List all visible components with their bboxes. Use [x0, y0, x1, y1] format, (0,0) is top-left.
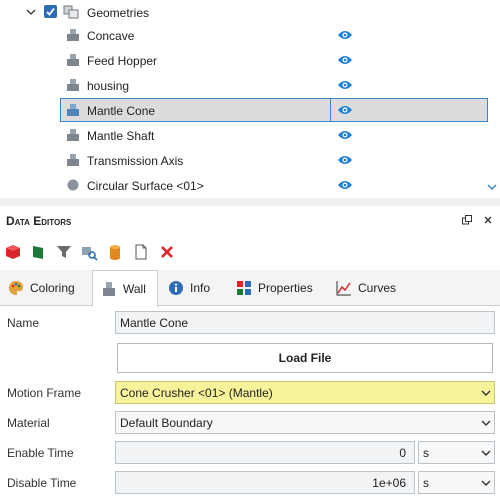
chevron-down-icon[interactable]	[26, 7, 36, 17]
enable-time-label: Enable Time	[7, 446, 74, 460]
motion-frame-select[interactable]: Cone Crusher <01> (Mantle)	[115, 381, 495, 404]
disable-time-label: Disable Time	[7, 476, 77, 490]
tree-item-label: Feed Hopper	[87, 53, 158, 68]
editor-toolbar	[0, 240, 500, 264]
curves-icon	[336, 281, 351, 296]
search-cube-icon[interactable]	[80, 243, 98, 261]
chevron-down-icon	[481, 450, 491, 456]
eye-icon[interactable]	[337, 29, 353, 41]
close-icon[interactable]	[482, 214, 494, 226]
tree-item-circular-surface[interactable]: Circular Surface <01>	[0, 173, 488, 198]
material-select[interactable]: Default Boundary	[115, 411, 495, 434]
tree-item-label: Mantle Shaft	[87, 128, 155, 143]
tree-root-geometries[interactable]: Geometries	[0, 0, 488, 25]
tree-item-mantle-shaft[interactable]: Mantle Shaft	[0, 123, 488, 148]
tab-label: Coloring	[30, 281, 75, 295]
load-file-button[interactable]: Load File	[117, 343, 493, 373]
chevron-down-icon	[481, 390, 491, 396]
geometry-icon	[67, 29, 79, 41]
delete-x-icon[interactable]	[158, 243, 176, 261]
name-field[interactable]: Mantle Cone	[115, 311, 495, 334]
tree-item-label: housing	[87, 78, 130, 93]
tab-label: Info	[190, 281, 211, 295]
funnel-icon[interactable]	[55, 243, 73, 261]
eye-icon[interactable]	[337, 179, 353, 191]
chevron-down-icon	[481, 420, 491, 426]
cylinder-icon[interactable]	[106, 243, 124, 261]
enable-time-unit-select[interactable]: s	[418, 441, 495, 464]
checkbox-icon[interactable]	[44, 5, 57, 18]
tree-item-label: Mantle Cone	[87, 103, 156, 118]
tab-properties[interactable]: Properties	[236, 270, 326, 306]
tree-item-feed-hopper[interactable]: Feed Hopper	[0, 48, 488, 73]
circular-surface-icon	[67, 179, 79, 191]
enable-time-field[interactable]: 0	[115, 441, 415, 464]
tab-coloring[interactable]: Coloring	[8, 270, 92, 306]
tree-item-mantle-cone[interactable]: Mantle Cone	[0, 98, 488, 123]
eye-icon[interactable]	[337, 104, 353, 116]
tree-item-concave[interactable]: Concave	[0, 23, 488, 48]
tree-item-label: Transmission Axis	[87, 153, 184, 168]
panel-title: Data Editors	[6, 214, 72, 228]
tab-curves[interactable]: Curves	[336, 270, 406, 306]
tab-bar: Coloring Wall Info Properties Curves	[0, 270, 500, 307]
tab-info[interactable]: Info	[168, 270, 228, 306]
tab-label: Properties	[258, 281, 313, 295]
tree-item-label: Concave	[87, 28, 135, 43]
disable-time-field[interactable]: 1e+06	[115, 471, 415, 494]
geometry-icon	[67, 154, 79, 166]
tree-root-label: Geometries	[87, 5, 150, 20]
disable-time-unit-select[interactable]: s	[418, 471, 495, 494]
geometry-icon	[67, 79, 79, 91]
enable-time-unit: s	[423, 445, 429, 460]
geometry-tree: Geometries Concave Feed Hopper housing M…	[0, 0, 500, 198]
tree-item-label: Circular Surface <01>	[87, 178, 204, 193]
eye-icon[interactable]	[337, 54, 353, 66]
scroll-down-chevron-icon[interactable]	[486, 181, 498, 193]
motion-frame-value: Cone Crusher <01> (Mantle)	[120, 385, 273, 400]
name-value: Mantle Cone	[120, 315, 189, 330]
geometry-icon	[67, 54, 79, 66]
tree-item-transmission-axis[interactable]: Transmission Axis	[0, 148, 488, 173]
panel-separator	[0, 198, 500, 206]
red-cube-icon[interactable]	[4, 243, 22, 261]
palette-icon	[9, 281, 23, 295]
eye-icon[interactable]	[337, 129, 353, 141]
disable-time-value: 1e+06	[372, 475, 406, 490]
disable-time-unit: s	[423, 475, 429, 490]
name-label: Name	[7, 316, 40, 330]
green-flag-icon[interactable]	[29, 243, 47, 261]
enable-time-value: 0	[399, 445, 406, 460]
undock-icon[interactable]	[461, 214, 473, 226]
material-value: Default Boundary	[120, 415, 213, 430]
geometry-icon	[67, 104, 79, 116]
info-icon	[169, 281, 183, 295]
geometries-folder-icon	[63, 5, 79, 19]
geometry-icon	[67, 129, 79, 141]
wall-geometry-icon	[103, 281, 115, 296]
chevron-down-icon	[481, 480, 491, 486]
tab-label: Curves	[358, 281, 397, 295]
document-icon[interactable]	[132, 243, 150, 261]
material-label: Material	[7, 416, 50, 430]
properties-icon	[237, 281, 251, 295]
eye-icon[interactable]	[337, 79, 353, 91]
selection-highlight	[331, 98, 488, 122]
tree-item-housing[interactable]: housing	[0, 73, 488, 98]
tab-wall[interactable]: Wall	[92, 270, 158, 307]
motion-frame-label: Motion Frame	[7, 386, 82, 400]
eye-icon[interactable]	[337, 154, 353, 166]
tab-label: Wall	[123, 281, 146, 296]
